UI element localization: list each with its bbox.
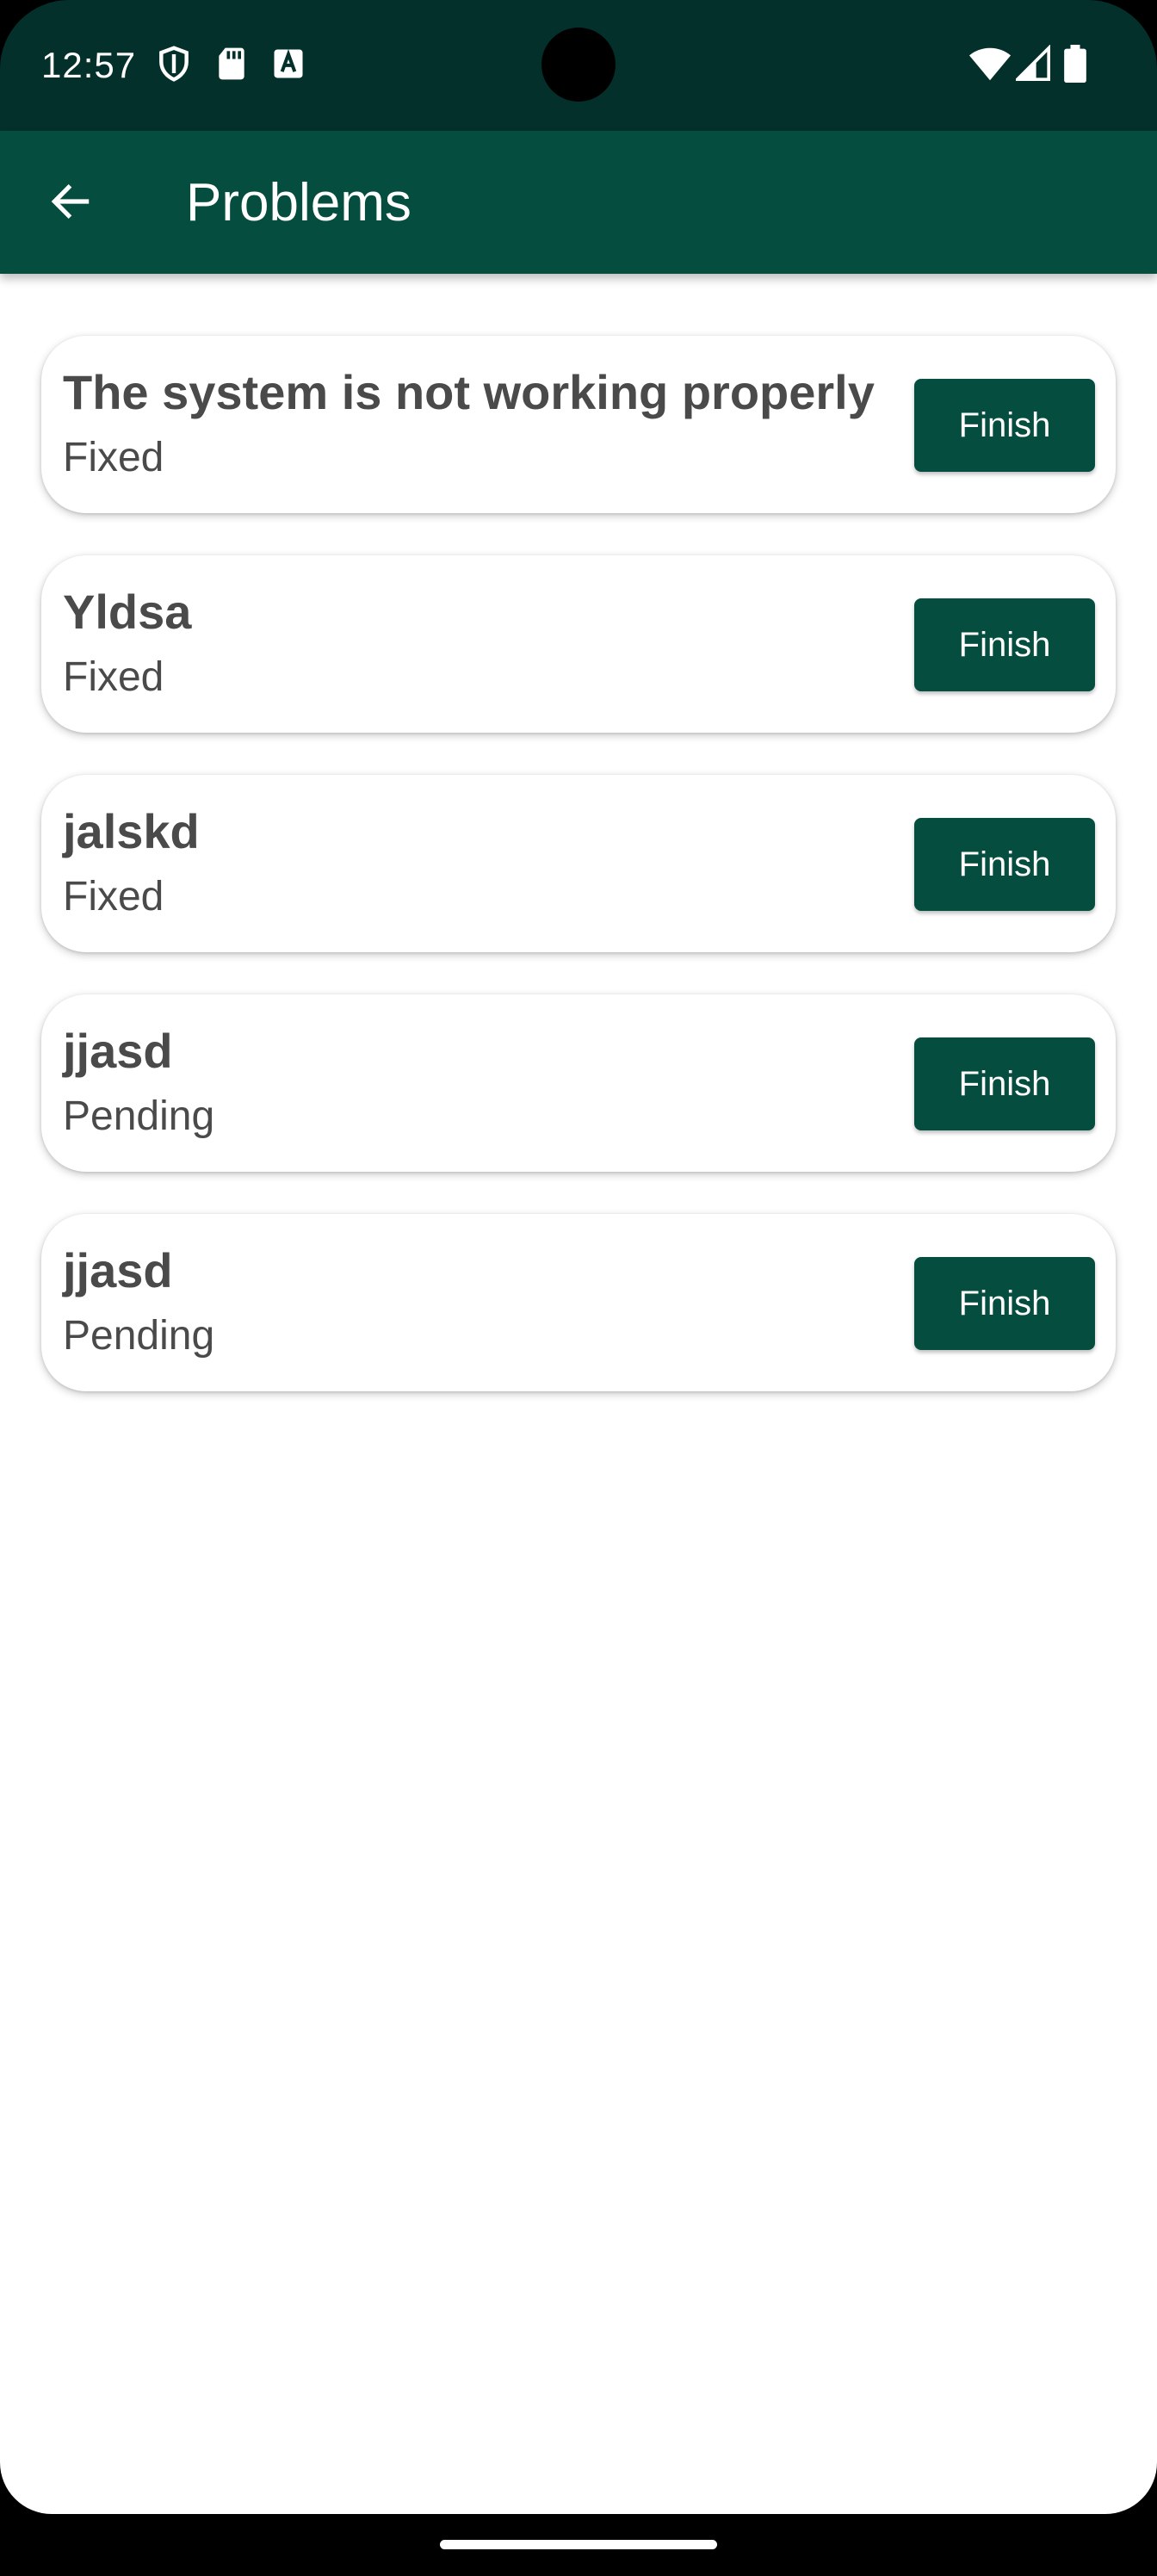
back-button[interactable] bbox=[34, 167, 107, 239]
wifi-icon bbox=[968, 45, 1012, 83]
problem-status: Fixed bbox=[63, 654, 164, 700]
problem-card: Yldsa Fixed Finish bbox=[41, 555, 1116, 733]
keyboard-a-icon bbox=[269, 45, 307, 83]
gesture-nav-handle[interactable] bbox=[440, 2540, 717, 2549]
sd-card-icon bbox=[213, 45, 251, 83]
finish-button[interactable]: Finish bbox=[914, 598, 1095, 691]
problem-card: jalskd Fixed Finish bbox=[41, 775, 1116, 952]
problem-status: Fixed bbox=[63, 874, 164, 920]
problem-status: Pending bbox=[63, 1313, 215, 1359]
app-bar: Problems bbox=[0, 131, 1157, 274]
status-time: 12:57 bbox=[41, 45, 137, 85]
problem-title: Yldsa bbox=[63, 585, 192, 639]
camera-cutout bbox=[541, 28, 616, 102]
status-bar: 12:57 bbox=[0, 0, 1157, 131]
battery-icon bbox=[1064, 45, 1086, 83]
problem-list: The system is not working properly Fixed… bbox=[41, 336, 1116, 1434]
shield-icon bbox=[155, 45, 193, 83]
app-screen: 12:57 Problems The system is not working… bbox=[0, 0, 1157, 2576]
page-title: Problems bbox=[186, 173, 411, 232]
problem-status: Fixed bbox=[63, 435, 164, 480]
finish-button[interactable]: Finish bbox=[914, 1037, 1095, 1130]
problem-title: jalskd bbox=[63, 804, 200, 858]
problem-card: jjasd Pending Finish bbox=[41, 1214, 1116, 1391]
arrow-back-icon bbox=[46, 177, 95, 230]
content-area: The system is not working properly Fixed… bbox=[0, 274, 1157, 2514]
finish-button[interactable]: Finish bbox=[914, 818, 1095, 911]
problem-title: jjasd bbox=[63, 1243, 173, 1297]
problem-card: The system is not working properly Fixed… bbox=[41, 336, 1116, 513]
problem-title: jjasd bbox=[63, 1024, 173, 1078]
finish-button[interactable]: Finish bbox=[914, 379, 1095, 472]
problem-title: The system is not working properly bbox=[63, 365, 875, 419]
finish-button[interactable]: Finish bbox=[914, 1257, 1095, 1350]
problem-status: Pending bbox=[63, 1093, 215, 1139]
signal-icon bbox=[1013, 44, 1054, 83]
problem-card: jjasd Pending Finish bbox=[41, 994, 1116, 1172]
